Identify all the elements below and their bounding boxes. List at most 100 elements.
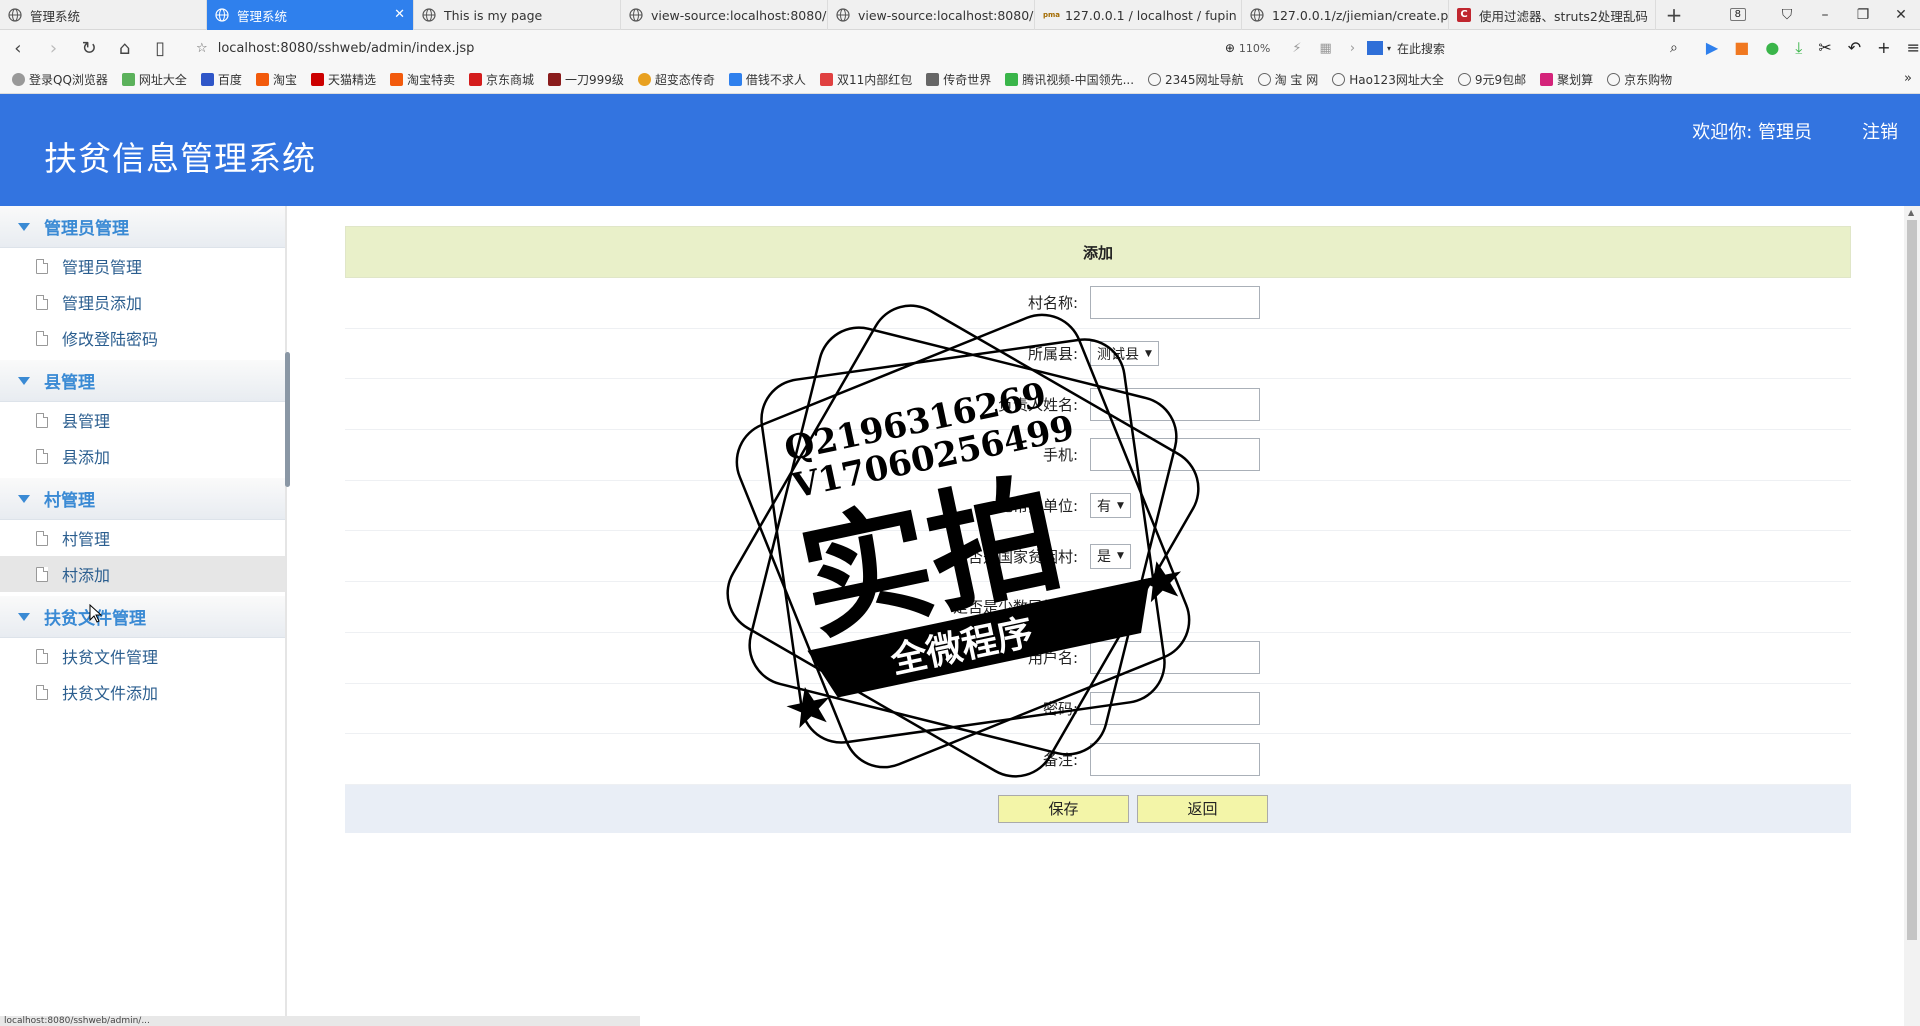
chevron-right-icon[interactable]: › [1350, 41, 1355, 56]
star-icon[interactable]: ☆ [196, 41, 208, 56]
bookmark-item[interactable]: 聚划算 [1540, 71, 1593, 88]
bookmark-item[interactable]: 网址大全 [121, 71, 187, 88]
sidebar-item-label: 县管理 [62, 412, 111, 431]
bookmark-item[interactable]: 超变态传奇 [637, 71, 715, 88]
form-title: 添加 [345, 226, 1851, 278]
browser-tab[interactable]: view-source:localhost:8080/ [621, 0, 828, 30]
reload-icon[interactable]: ↻ [71, 38, 107, 59]
reader-icon[interactable]: ▯ [142, 38, 178, 59]
search-box[interactable]: ▾ 在此搜索 [1367, 40, 1550, 57]
bookmark-label: 双11内部红包 [836, 73, 913, 87]
sidebar-group-admin[interactable]: 管理员管理 [0, 206, 285, 248]
password-input[interactable] [1090, 691, 1260, 725]
browser-tab[interactable]: 127.0.0.1/z/jiemian/create.p [1242, 0, 1449, 30]
save-button[interactable]: 保存 [998, 794, 1129, 823]
phone-input[interactable] [1090, 438, 1260, 472]
bookmark-item[interactable]: 淘宝 [255, 71, 297, 88]
sidebar-group-county[interactable]: 县管理 [0, 360, 285, 402]
welcome-text: 欢迎你: 管理员 [1692, 122, 1812, 143]
sidebar-item-files-manage[interactable]: 扶贫文件管理 [0, 638, 285, 674]
sidebar-item-admin-add[interactable]: 管理员添加 [0, 284, 285, 320]
sidebar-item-village-manage[interactable]: 村管理 [0, 520, 285, 556]
sidebar-item-label: 村管理 [62, 530, 111, 549]
zoom-icon[interactable]: ⊕ [1225, 41, 1235, 55]
village-name-input[interactable] [1090, 286, 1260, 320]
bookmark-item[interactable]: 百度 [200, 71, 242, 88]
bookmark-item[interactable]: 淘宝特卖 [389, 71, 455, 88]
page-scrollbar[interactable]: ▲ [1904, 206, 1920, 1026]
minimize-icon[interactable]: – [1806, 7, 1844, 23]
juhuasuan-icon [1540, 73, 1554, 86]
bookmark-item[interactable]: 天猫精选 [310, 71, 376, 88]
url-field[interactable]: ☆ localhost:8080/sshweb/admin/index.jsp [196, 41, 1225, 56]
sidebar-item-village-add[interactable]: 村添加 [0, 556, 285, 592]
search-icon[interactable]: ⌕ [1670, 40, 1678, 56]
bookmark-item[interactable]: 双11内部红包 [819, 71, 913, 88]
poor-village-select[interactable]: 是 ▼ [1090, 543, 1131, 569]
sidebar-group-files[interactable]: 扶贫文件管理 [0, 596, 285, 638]
new-tab-button[interactable]: + [1656, 0, 1692, 29]
undo-icon[interactable]: ↶ [1848, 38, 1861, 58]
sidebar-item-admin-manage[interactable]: 管理员管理 [0, 248, 285, 284]
zoom-level[interactable]: 110% [1239, 42, 1270, 55]
logout-link[interactable]: 注销 [1862, 118, 1898, 144]
back-button[interactable]: 返回 [1137, 794, 1268, 823]
page-title: 扶贫信息管理系统 [44, 139, 316, 178]
plus-icon[interactable]: + [1877, 38, 1890, 58]
chevron-double-right-icon[interactable]: » [1904, 71, 1912, 86]
home-icon[interactable]: ⌂ [107, 38, 143, 59]
sidebar-item-county-add[interactable]: 县添加 [0, 438, 285, 474]
scissors-icon[interactable]: ✂ [1818, 38, 1831, 58]
bookmark-item[interactable]: 一刀999级 [548, 71, 624, 88]
support-unit-select[interactable]: 有 ▼ [1090, 493, 1131, 519]
bookmark-item[interactable]: Hao123网址大全 [1332, 71, 1444, 88]
minority-village-select[interactable]: 是 ▼ [1090, 594, 1131, 620]
browser-tab[interactable]: pma 127.0.0.1 / localhost / fupin [1035, 0, 1242, 30]
bookmark-item[interactable]: 淘 宝 网 [1257, 71, 1318, 88]
browser-tab-active[interactable]: 管理系统 ✕ [207, 0, 414, 30]
sidebar-item-county-manage[interactable]: 县管理 [0, 402, 285, 438]
browser-tab[interactable]: This is my page [414, 0, 621, 30]
globe-icon [8, 8, 22, 22]
sidebar-item-files-add[interactable]: 扶贫文件添加 [0, 674, 285, 710]
bookmark-item[interactable]: 9元9包邮 [1457, 71, 1526, 88]
sidebar-item-label: 县添加 [62, 448, 111, 467]
username-input[interactable] [1090, 641, 1260, 675]
grid-icon[interactable]: ▦ [1320, 41, 1332, 56]
close-window-icon[interactable]: ✕ [1882, 7, 1920, 23]
sidebar-group-village[interactable]: 村管理 [0, 478, 285, 520]
video-icon[interactable]: ■ [1734, 38, 1749, 58]
close-icon[interactable]: ✕ [394, 7, 405, 22]
shirt-icon[interactable]: ⛉ [1768, 7, 1806, 23]
back-icon[interactable]: ‹ [0, 38, 36, 59]
restore-icon[interactable]: ❐ [1844, 7, 1882, 23]
county-select[interactable]: 测试县 ▼ [1090, 341, 1159, 367]
sidebar-scrollbar[interactable] [285, 352, 290, 487]
bookmark-item[interactable]: 登录QQ浏览器 [12, 71, 108, 88]
menu-icon[interactable]: ≡ [1907, 38, 1920, 58]
forward-icon[interactable]: › [36, 38, 72, 59]
bookmark-item[interactable]: 腾讯视频-中国领先... [1005, 71, 1134, 88]
scrollbar-thumb[interactable] [1907, 220, 1917, 940]
leader-name-input[interactable] [1090, 387, 1260, 421]
bookmark-item[interactable]: 2345网址导航 [1148, 71, 1244, 88]
browser-tab[interactable]: 管理系统 [0, 0, 207, 30]
tab-count-badge[interactable]: 8 [1729, 8, 1746, 21]
browser-tab[interactable]: C 使用过滤器、struts2处理乱码 [1449, 0, 1656, 30]
select-value: 是 [1097, 599, 1111, 616]
remark-input[interactable] [1090, 742, 1260, 776]
bookmark-item[interactable]: 京东商城 [468, 71, 534, 88]
sidebar-item-change-password[interactable]: 修改登陆密码 [0, 320, 285, 356]
lightning-icon[interactable]: ⚡ [1292, 41, 1301, 56]
play-icon[interactable]: ▶ [1706, 38, 1718, 58]
field-label: 备注: [1042, 750, 1078, 769]
bookmark-item[interactable]: 借钱不求人 [728, 71, 806, 88]
arrow-up-icon[interactable]: ▲ [1908, 208, 1914, 217]
chat-icon[interactable]: ● [1765, 38, 1779, 58]
download-icon[interactable]: ⤓ [1795, 38, 1802, 58]
browser-tab[interactable]: view-source:localhost:8080/ [828, 0, 1035, 30]
bookmark-item[interactable]: 京东购物 [1607, 71, 1672, 88]
taobao-icon [389, 73, 403, 86]
bookmark-item[interactable]: 传奇世界 [926, 71, 991, 88]
document-icon [36, 566, 48, 582]
